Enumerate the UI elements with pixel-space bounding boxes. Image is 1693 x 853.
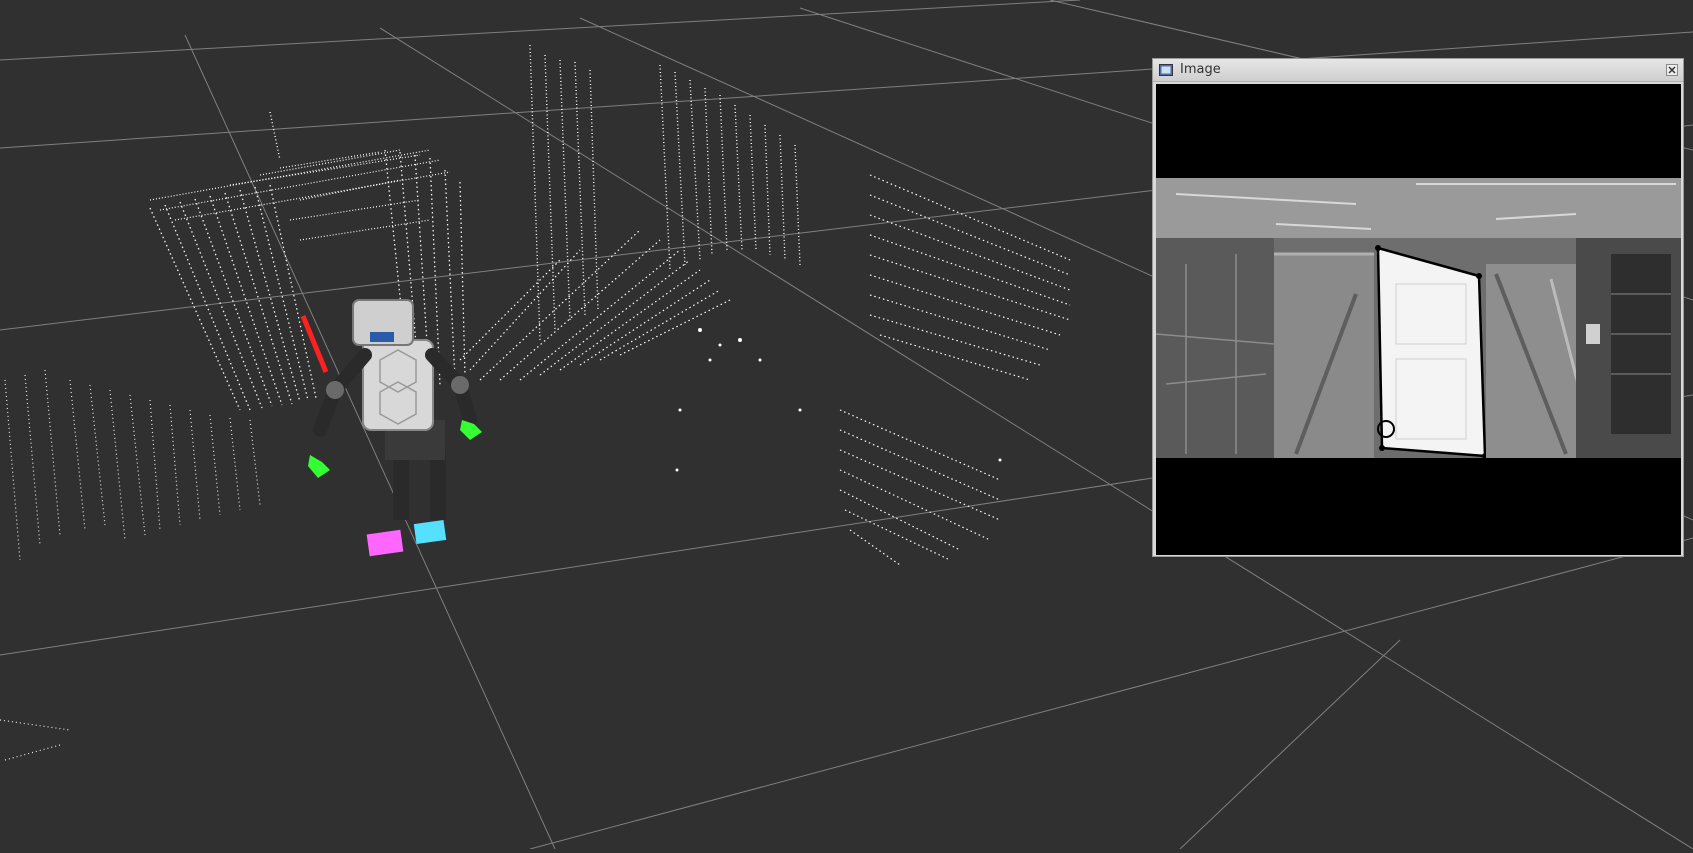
image-panel[interactable]: Image [1152,58,1684,557]
left-foot [366,529,404,557]
robot-torso [362,339,434,431]
camera-frame [1156,84,1681,555]
close-icon[interactable] [1666,64,1678,76]
image-panel-titlebar[interactable]: Image [1153,59,1683,82]
door-highlight [1376,246,1487,458]
right-foot [413,520,447,544]
image-panel-title: Image [1180,62,1221,77]
camera-image [1156,84,1681,555]
image-window-icon [1159,64,1173,76]
